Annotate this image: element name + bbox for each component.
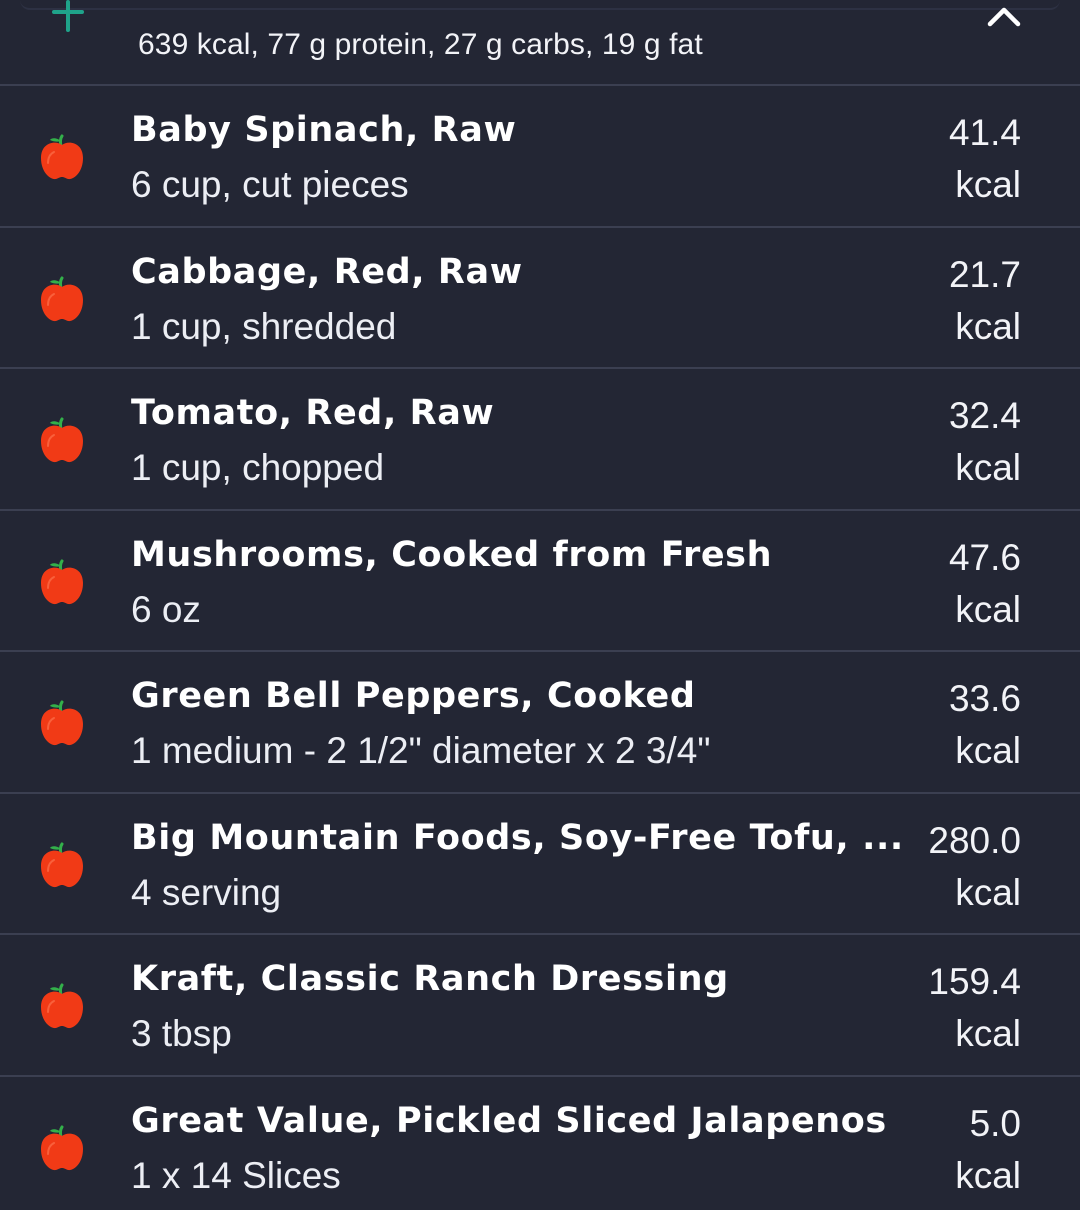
food-row[interactable]: Cabbage, Red, Raw 1 cup, shredded 21.7 k… [0,228,1080,369]
apple-icon [38,413,86,465]
food-kcal-value: 41.4 [948,112,1021,153]
food-list: Baby Spinach, Raw 6 cup, cut pieces 41.4… [0,86,1080,1210]
apple-icon [38,272,86,324]
food-kcal-unit: kcal [955,305,1021,347]
food-kcal-unit: kcal [955,588,1021,630]
food-kcal-value: 21.7 [948,253,1021,295]
food-kcal-value: 280.0 [928,819,1021,861]
food-name: Great Value, Pickled Sliced Jalapenos [131,1100,887,1141]
chevron-up-icon[interactable] [984,2,1024,30]
food-kcal-unit: kcal [955,1013,1021,1054]
food-kcal-value: 33.6 [948,678,1021,719]
food-kcal-unit: kcal [955,1154,1021,1196]
food-serving: 1 x 14 Slices [131,1154,341,1196]
food-kcal-value: 5.0 [969,1102,1021,1144]
food-kcal-unit: kcal [955,730,1021,771]
food-row[interactable]: Green Bell Peppers, Cooked 1 medium - 2 … [0,652,1080,794]
apple-icon [38,838,86,890]
meal-summary-header[interactable]: 639 kcal, 77 g protein, 27 g carbs, 19 g… [0,0,1080,86]
food-kcal-unit: kcal [955,871,1021,913]
apple-icon [38,696,86,748]
apple-icon [38,130,86,182]
apple-icon [38,1121,86,1173]
food-row[interactable]: Baby Spinach, Raw 6 cup, cut pieces 41.4… [0,86,1080,228]
food-name: Tomato, Red, Raw [131,393,495,433]
food-kcal-value: 47.6 [948,536,1021,578]
food-serving: 1 medium - 2 1/2" diameter x 2 3/4" [131,730,711,771]
food-serving: 1 cup, shredded [131,305,397,347]
food-kcal-unit: kcal [955,164,1021,205]
food-name: Kraft, Classic Ranch Dressing [131,959,729,999]
food-name: Baby Spinach, Raw [131,110,517,150]
food-row[interactable]: Tomato, Red, Raw 1 cup, chopped 32.4 kca… [0,369,1080,511]
food-row[interactable]: Mushrooms, Cooked from Fresh 6 oz 47.6 k… [0,511,1080,652]
meal-detail-screen: 639 kcal, 77 g protein, 27 g carbs, 19 g… [0,0,1080,1210]
food-row[interactable]: Big Mountain Foods, Soy-Free Tofu, ... 4… [0,794,1080,935]
apple-icon [38,555,86,607]
food-serving: 6 oz [131,588,201,630]
food-serving: 1 cup, chopped [131,447,385,488]
food-name: Green Bell Peppers, Cooked [131,676,696,716]
food-serving: 6 cup, cut pieces [131,164,409,205]
food-serving: 3 tbsp [131,1013,232,1054]
food-name: Cabbage, Red, Raw [131,251,523,292]
food-kcal-unit: kcal [955,447,1021,488]
food-name: Big Mountain Foods, Soy-Free Tofu, ... [131,817,904,858]
plus-icon[interactable] [44,0,92,38]
food-kcal-value: 32.4 [948,395,1021,436]
food-serving: 4 serving [131,871,282,913]
apple-icon [38,979,86,1031]
food-name: Mushrooms, Cooked from Fresh [131,534,773,575]
food-row[interactable]: Great Value, Pickled Sliced Jalapenos 1 … [0,1077,1080,1210]
meal-nutrition-summary: 639 kcal, 77 g protein, 27 g carbs, 19 g… [138,28,703,61]
food-kcal-value: 159.4 [928,961,1021,1002]
card-edge [20,0,1060,10]
food-row[interactable]: Kraft, Classic Ranch Dressing 3 tbsp 159… [0,935,1080,1077]
